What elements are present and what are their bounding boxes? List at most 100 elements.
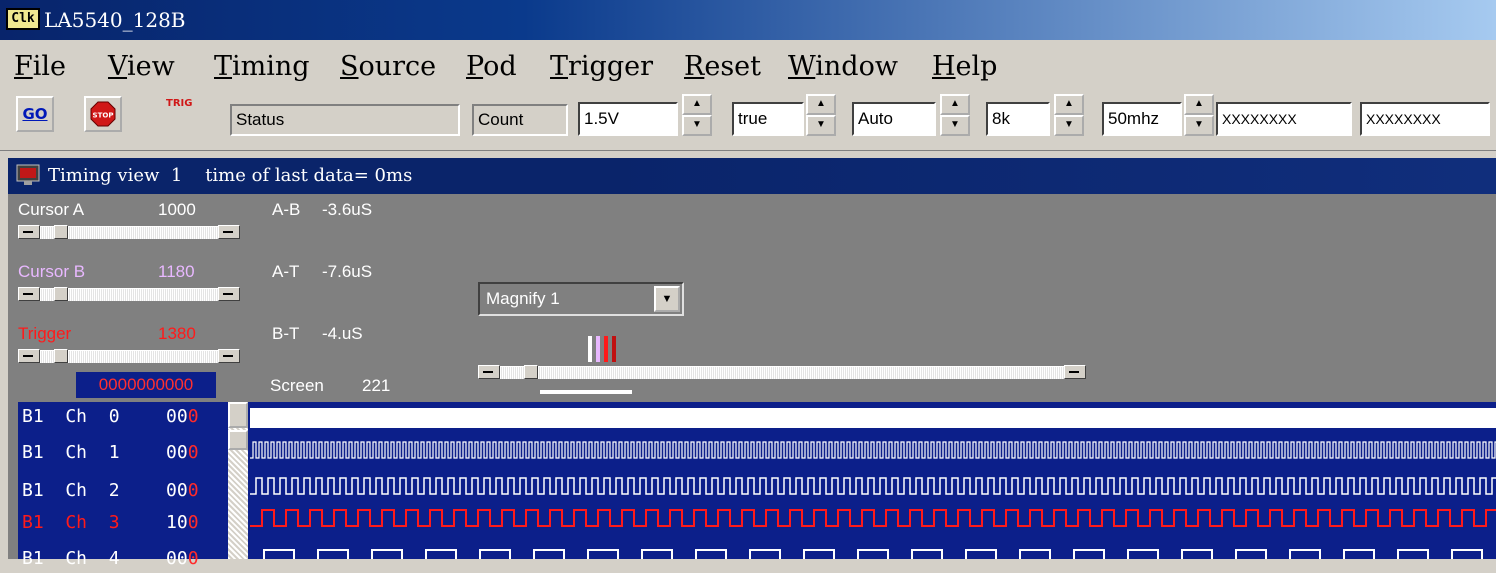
channel-name: B1 Ch 2 (22, 480, 120, 501)
channel-value: 000 (166, 406, 199, 427)
channel-value: 100 (166, 512, 199, 533)
channel-row[interactable]: B1 Ch 3 100 (18, 508, 250, 537)
stop-icon: STOP (90, 101, 116, 127)
spin-down-icon[interactable]: ▼ (1054, 115, 1084, 136)
slider-right-icon[interactable] (1064, 365, 1086, 379)
voltage-spinner[interactable]: ▲ ▼ (682, 94, 712, 136)
menu-reset[interactable]: Reset (684, 52, 761, 82)
menu-timing[interactable]: Timing (214, 52, 310, 82)
magnify-value: Magnify 1 (486, 289, 560, 308)
waveform-ch4-pulse (1289, 549, 1321, 565)
pattern-field-2[interactable]: XXXXXXXX (1360, 102, 1490, 136)
slider-right-icon[interactable] (218, 225, 240, 239)
cursor-a-value: 1000 (158, 200, 196, 219)
spin-down-icon[interactable]: ▼ (940, 115, 970, 136)
slider-left-icon[interactable] (18, 349, 40, 363)
waveform-ch4-pulse (425, 549, 457, 565)
cursor-b-slider[interactable] (18, 287, 240, 302)
cursor-a-slider[interactable] (18, 225, 240, 240)
rate-field[interactable]: 50mhz (1102, 102, 1182, 136)
slider-right-icon[interactable] (218, 287, 240, 301)
menu-bar: File View Timing Source Pod Trigger Rese… (0, 40, 1496, 90)
trigger-slider[interactable] (18, 349, 240, 364)
waveform-ch4-pulse (695, 549, 727, 565)
channel-row[interactable]: B1 Ch 2 000 (18, 476, 250, 505)
spin-down-icon[interactable]: ▼ (1184, 115, 1214, 136)
screen-value: 221 (362, 376, 391, 395)
mode-spinner[interactable]: ▲ ▼ (806, 94, 836, 136)
waveform-ch4-pulse (911, 549, 943, 565)
slider-left-icon[interactable] (18, 225, 40, 239)
menu-reset-rest: eset (704, 51, 762, 82)
waveform-ch4-pulse (371, 549, 403, 565)
at-label: A-T (272, 262, 300, 281)
slider-left-icon[interactable] (18, 287, 40, 301)
waveform-ch4-pulse (1019, 549, 1051, 565)
rate-spinner[interactable]: ▲ ▼ (1184, 94, 1214, 136)
waveform-ch4-pulse (1451, 549, 1483, 565)
go-button[interactable]: GO (16, 96, 54, 132)
menu-trigger[interactable]: Trigger (550, 52, 653, 82)
title-bar (0, 0, 1496, 40)
slider-thumb[interactable] (54, 225, 68, 239)
trigger-mode-field[interactable]: Auto (852, 102, 936, 136)
waveform-area[interactable] (250, 402, 1496, 565)
slider-thumb[interactable] (524, 365, 538, 379)
waveform-ch4-pulse (317, 549, 349, 565)
waveform-ch4-pulse (1235, 549, 1267, 565)
stop-icon-text: STOP (93, 112, 114, 120)
trig-icon: TRIG (166, 98, 193, 109)
pattern-field-1[interactable]: XXXXXXXX (1216, 102, 1352, 136)
menu-pod[interactable]: Pod (466, 52, 517, 82)
overview-slider[interactable] (478, 365, 1086, 380)
waveform-ch4-pulse (1073, 549, 1105, 565)
waveform-ch4-pulse (587, 549, 619, 565)
depth-field[interactable]: 8k (986, 102, 1050, 136)
position-field[interactable]: 0000000000 (76, 372, 216, 398)
ab-label: A-B (272, 200, 301, 219)
menu-file[interactable]: File (14, 52, 66, 82)
voltage-field[interactable]: 1.5V (578, 102, 678, 136)
spin-down-icon[interactable]: ▼ (806, 115, 836, 136)
monitor-icon[interactable] (16, 164, 42, 186)
status-field: Status (230, 104, 460, 136)
menu-window-accel: W (788, 51, 816, 82)
depth-spinner[interactable]: ▲ ▼ (1054, 94, 1084, 136)
menu-window[interactable]: Window (788, 52, 898, 82)
channel-row[interactable]: B1 Ch 0 000 (18, 402, 250, 431)
menu-source-accel: S (340, 51, 359, 82)
toolbar: GO STOP TRIG Status Count 1.5V ▲ ▼ true ▲… (0, 90, 1496, 151)
channel-row[interactable]: B1 Ch 1 000 (18, 438, 250, 467)
slider-right-icon[interactable] (218, 349, 240, 363)
trig-button[interactable]: TRIG (158, 96, 196, 132)
spin-up-icon[interactable]: ▲ (806, 94, 836, 115)
slider-left-icon[interactable] (478, 365, 500, 379)
slider-thumb[interactable] (54, 349, 68, 363)
magnify-select[interactable]: Magnify 1 ▼ (478, 282, 684, 316)
channel-name: B1 Ch 1 (22, 442, 120, 463)
spin-up-icon[interactable]: ▲ (1184, 94, 1214, 115)
waveform-ch4-pulse (857, 549, 889, 565)
spin-down-icon[interactable]: ▼ (682, 115, 712, 136)
stop-button[interactable]: STOP (84, 96, 122, 132)
spin-up-icon[interactable]: ▲ (682, 94, 712, 115)
mode-field[interactable]: true (732, 102, 804, 136)
menu-help-rest: elp (955, 51, 998, 82)
spin-up-icon[interactable]: ▲ (940, 94, 970, 115)
spin-up-icon[interactable]: ▲ (1054, 94, 1084, 115)
clk-app-icon[interactable]: Clk (6, 8, 40, 30)
trigger-value: 1380 (158, 324, 196, 343)
menu-source[interactable]: Source (340, 52, 436, 82)
waveform-ch4-pulse (479, 549, 511, 565)
menu-help[interactable]: Help (932, 52, 997, 82)
trigger-mode-spinner[interactable]: ▲ ▼ (940, 94, 970, 136)
scroll-up-icon[interactable] (228, 402, 248, 428)
bt-value: -4.uS (322, 324, 363, 343)
cursor-b-marker (596, 336, 600, 362)
slider-thumb[interactable] (54, 287, 68, 301)
waveform-canvas (250, 408, 1496, 565)
waveform-ch1 (250, 441, 1496, 459)
chevron-down-icon[interactable]: ▼ (654, 286, 680, 312)
menu-view[interactable]: View (108, 52, 175, 82)
scroll-thumb[interactable] (228, 430, 248, 450)
